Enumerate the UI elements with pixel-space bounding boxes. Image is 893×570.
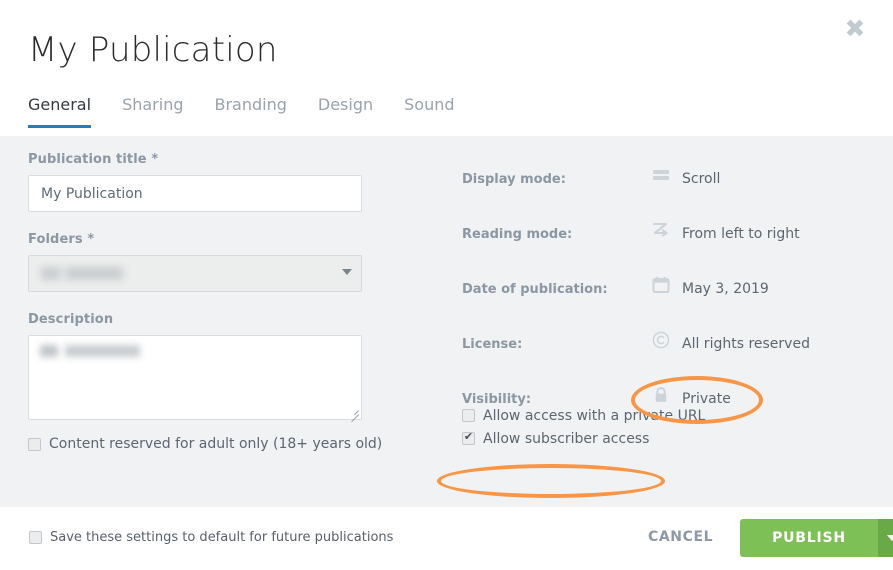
- reading-mode-value: From left to right: [682, 226, 800, 242]
- tab-branding-label: Branding: [214, 95, 286, 114]
- private-url-checkbox[interactable]: [462, 409, 475, 422]
- description-textarea[interactable]: [28, 335, 362, 420]
- right-info-column: Display mode: Scroll Reading mode: From …: [462, 136, 882, 411]
- tab-sharing-label: Sharing: [122, 95, 183, 114]
- save-default-checkbox[interactable]: [29, 531, 42, 544]
- publish-dropdown-button[interactable]: [878, 519, 893, 557]
- chevron-down-icon: [342, 269, 352, 275]
- publish-button-group[interactable]: PUBLISH: [740, 519, 893, 557]
- subscriber-access-checkbox[interactable]: [462, 432, 475, 445]
- left-form-column: Publication title * Folders * Descriptio…: [28, 152, 362, 452]
- license-value: All rights reserved: [682, 336, 810, 352]
- page-title: My Publication: [28, 28, 278, 72]
- lock-icon: [652, 386, 670, 404]
- tab-design-label: Design: [318, 95, 373, 114]
- reading-direction-icon: [652, 221, 670, 239]
- private-url-label: Allow access with a private URL: [483, 408, 705, 424]
- license-label: License:: [462, 337, 522, 352]
- adult-only-label: Content reserved for adult only (18+ yea…: [49, 436, 382, 452]
- reading-mode-row: Reading mode: From left to right: [462, 191, 882, 246]
- private-url-row[interactable]: Allow access with a private URL: [462, 404, 705, 427]
- calendar-icon: [652, 276, 670, 294]
- description-label: Description: [28, 312, 362, 327]
- adult-only-row[interactable]: Content reserved for adult only (18+ yea…: [28, 436, 362, 452]
- license-row: License: All rights reserved: [462, 301, 882, 356]
- tab-sound-label: Sound: [404, 95, 454, 114]
- display-mode-label: Display mode:: [462, 172, 566, 187]
- tab-bar: General Sharing Branding Design Sound: [28, 95, 486, 128]
- tab-sharing[interactable]: Sharing: [122, 95, 183, 128]
- publication-date-row: Date of publication: May 3, 2019: [462, 246, 882, 301]
- tab-general[interactable]: General: [28, 95, 91, 128]
- dialog-header: My Publication ✖ General Sharing Brandin…: [0, 0, 893, 136]
- folders-selected-value: [41, 267, 123, 280]
- subscriber-access-row[interactable]: Allow subscriber access: [462, 427, 705, 450]
- tab-branding[interactable]: Branding: [214, 95, 286, 128]
- tab-general-label: General: [28, 95, 91, 114]
- publish-button[interactable]: PUBLISH: [740, 519, 878, 557]
- visibility-row: Visibility: Private: [462, 356, 882, 411]
- caret-down-icon: [887, 535, 893, 541]
- resize-handle-icon[interactable]: [347, 405, 359, 417]
- publication-title-label: Publication title *: [28, 152, 362, 167]
- tab-design[interactable]: Design: [318, 95, 373, 128]
- display-mode-row: Display mode: Scroll: [462, 136, 882, 191]
- save-default-label: Save these settings to default for futur…: [50, 530, 393, 545]
- cancel-button[interactable]: CANCEL: [648, 529, 713, 545]
- folders-label: Folders *: [28, 232, 362, 247]
- scroll-icon: [652, 166, 670, 184]
- settings-panel: Publication title * Folders * Descriptio…: [0, 136, 893, 507]
- folders-select[interactable]: [28, 255, 362, 292]
- description-value: [40, 345, 140, 357]
- tab-sound[interactable]: Sound: [404, 95, 454, 128]
- publication-title-input[interactable]: [28, 175, 362, 212]
- close-icon[interactable]: ✖: [843, 17, 867, 41]
- access-options: Allow access with a private URL Allow su…: [462, 404, 705, 450]
- copyright-icon: [652, 331, 670, 349]
- adult-only-checkbox[interactable]: [28, 438, 41, 451]
- subscriber-access-label: Allow subscriber access: [483, 431, 649, 447]
- publication-date-value: May 3, 2019: [682, 281, 769, 297]
- display-mode-value: Scroll: [682, 171, 720, 187]
- save-default-row[interactable]: Save these settings to default for futur…: [29, 530, 393, 545]
- reading-mode-label: Reading mode:: [462, 227, 572, 242]
- publication-date-label: Date of publication:: [462, 282, 608, 297]
